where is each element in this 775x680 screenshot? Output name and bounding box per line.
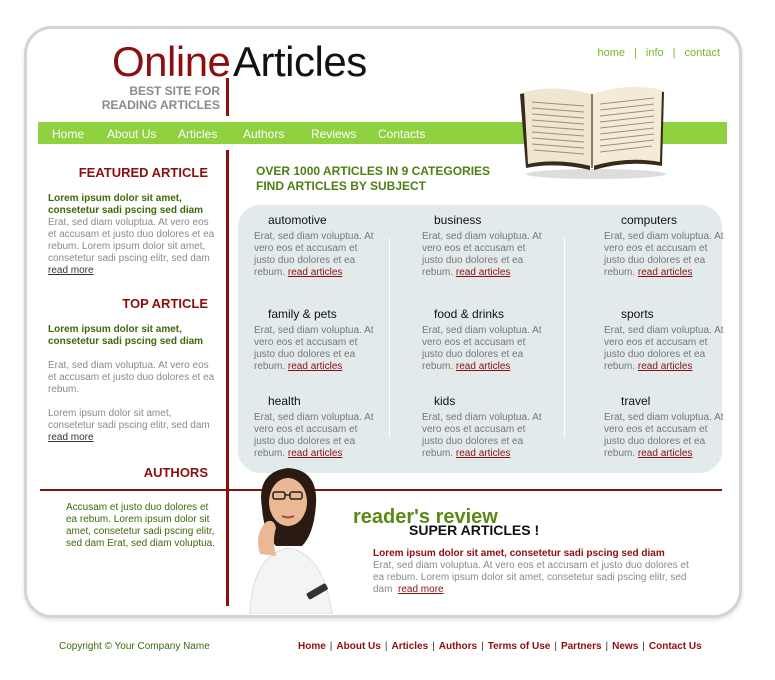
nav-reviews[interactable]: Reviews <box>311 127 356 141</box>
panel-divider <box>564 238 565 438</box>
headline-line1: OVER 1000 ARTICLES IN 9 CATEGORIES <box>256 164 491 178</box>
top-article-text1: Erat, sed diam voluptua. At vero eos et … <box>48 360 215 395</box>
category-title[interactable]: food & drinks <box>422 307 542 321</box>
top-link-separator: | <box>634 47 637 59</box>
footer-links: Home | About Us | Articles | Authors | Terms of … <box>298 641 702 652</box>
read-articles-link[interactable]: read articles <box>288 361 342 372</box>
nav-home[interactable]: Home <box>52 127 84 141</box>
category-business: business Erat, sed diam voluptua. At ver… <box>422 213 542 279</box>
copyright: Copyright © Your Company Name <box>59 641 210 652</box>
featured-article-title: FEATURED ARTICLE <box>78 165 208 180</box>
category-title[interactable]: travel <box>604 394 724 408</box>
footer-link-about-us[interactable]: About Us <box>336 641 380 652</box>
category-computers: computers Erat, sed diam voluptua. At ve… <box>604 213 724 279</box>
category-title[interactable]: family & pets <box>254 307 374 321</box>
authors-title: AUTHORS <box>143 465 208 480</box>
category-title[interactable]: health <box>254 394 374 408</box>
category-title[interactable]: business <box>422 213 542 227</box>
sidebar-divider <box>226 150 229 606</box>
category-health: health Erat, sed diam voluptua. At vero … <box>254 394 374 460</box>
logo-articles: Articles <box>233 38 367 85</box>
categories-panel: automotive Erat, sed diam voluptua. At v… <box>238 205 724 473</box>
read-articles-link[interactable]: read articles <box>288 267 342 278</box>
top-read-more-link[interactable]: read more <box>48 432 94 443</box>
nav-authors[interactable]: Authors <box>243 127 284 141</box>
category-sports: sports Erat, sed diam voluptua. At vero … <box>604 307 724 373</box>
read-articles-link[interactable]: read articles <box>638 267 692 278</box>
read-articles-link[interactable]: read articles <box>638 361 692 372</box>
headline-line2: FIND ARTICLES BY SUBJECT <box>256 179 427 193</box>
category-title[interactable]: sports <box>604 307 724 321</box>
tagline-line2: READING ARTICLES <box>101 98 220 112</box>
main-headline: OVER 1000 ARTICLES IN 9 CATEGORIES FIND … <box>256 164 490 194</box>
read-articles-link[interactable]: read articles <box>288 448 342 459</box>
woman-reader-photo <box>249 468 333 614</box>
top-link-info[interactable]: info <box>646 47 664 59</box>
open-book-image <box>520 86 666 179</box>
review-read-more-link[interactable]: read more <box>398 584 444 595</box>
footer-link-news[interactable]: News <box>612 641 638 652</box>
top-article-title: TOP ARTICLE <box>122 296 208 311</box>
footer-link-terms[interactable]: Terms of Use <box>488 641 551 652</box>
top-link-home[interactable]: home <box>598 47 626 59</box>
review-lead: Lorem ipsum dolor sit amet, consetetur s… <box>373 548 665 559</box>
nav-about-us[interactable]: About Us <box>107 127 156 141</box>
tagline-line1: BEST SITE FOR <box>129 84 220 98</box>
footer-link-authors[interactable]: Authors <box>439 641 477 652</box>
footer-separator: | <box>329 641 333 652</box>
review-subtitle: SUPER ARTICLES ! <box>409 522 540 538</box>
featured-article-text: Erat, sed diam voluptua. At vero eos et … <box>48 217 215 264</box>
nav-articles[interactable]: Articles <box>178 127 217 141</box>
category-title[interactable]: automotive <box>254 213 374 227</box>
read-articles-link[interactable]: read articles <box>456 448 510 459</box>
footer-separator: | <box>481 641 484 652</box>
read-articles-link[interactable]: read articles <box>456 267 510 278</box>
panel-divider <box>389 238 390 438</box>
authors-text: Accusam et justo duo dolores et ea rebum… <box>66 502 215 549</box>
logo-online: Online <box>112 38 231 85</box>
category-automotive: automotive Erat, sed diam voluptua. At v… <box>254 213 374 279</box>
footer-separator: | <box>432 641 435 652</box>
top-links: home | info | contact <box>560 47 720 59</box>
footer-separator: | <box>642 641 645 652</box>
category-food-drinks: food & drinks Erat, sed diam voluptua. A… <box>422 307 542 373</box>
footer-link-articles[interactable]: Articles <box>391 641 428 652</box>
footer-link-home[interactable]: Home <box>298 641 326 652</box>
tagline: BEST SITE FOR READING ARTICLES <box>70 84 220 112</box>
logo-divider <box>226 78 229 116</box>
section-divider <box>40 489 722 491</box>
category-title[interactable]: kids <box>422 394 542 408</box>
category-kids: kids Erat, sed diam voluptua. At vero eo… <box>422 394 542 460</box>
featured-article-lead: Lorem ipsum dolor sit amet, consetetur s… <box>48 193 204 216</box>
featured-article: Lorem ipsum dolor sit amet, consetetur s… <box>48 193 218 277</box>
category-travel: travel Erat, sed diam voluptua. At vero … <box>604 394 724 460</box>
featured-read-more-link[interactable]: read more <box>48 265 94 276</box>
category-title[interactable]: computers <box>604 213 724 227</box>
read-articles-link[interactable]: read articles <box>456 361 510 372</box>
read-articles-link[interactable]: read articles <box>638 448 692 459</box>
footer-separator: | <box>554 641 557 652</box>
footer-separator: | <box>384 641 388 652</box>
footer-separator: | <box>605 641 609 652</box>
footer-link-contact-us[interactable]: Contact Us <box>649 641 702 652</box>
top-link-separator: | <box>672 47 676 59</box>
top-article: Lorem ipsum dolor sit amet, consetetur s… <box>48 324 218 444</box>
category-family-pets: family & pets Erat, sed diam voluptua. A… <box>254 307 374 373</box>
footer-link-partners[interactable]: Partners <box>561 641 602 652</box>
top-link-contact[interactable]: contact <box>685 47 720 59</box>
top-article-lead: Lorem ipsum dolor sit amet, consetetur s… <box>48 324 204 347</box>
top-article-text2: Lorem ipsum dolor sit amet, consetetur s… <box>48 408 210 431</box>
review-body: Erat, sed diam voluptua. At vero eos et … <box>373 560 693 596</box>
nav-contacts[interactable]: Contacts <box>378 127 425 141</box>
